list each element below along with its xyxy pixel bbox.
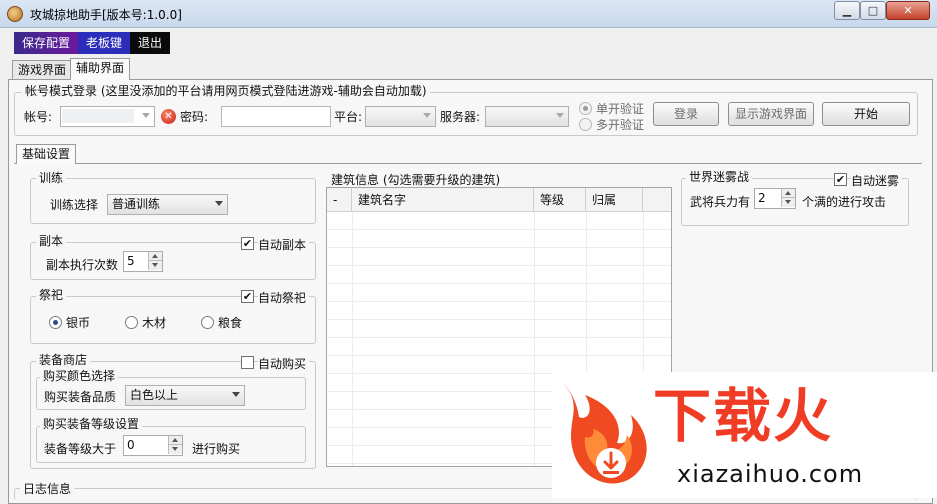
buildings-group-title: 建筑信息 (勾选需要升级的建筑) xyxy=(331,173,501,187)
spin-up-icon[interactable] xyxy=(781,189,795,198)
dungeon-count-value: 5 xyxy=(127,254,135,268)
buy-color-group-title: 购买颜色选择 xyxy=(40,369,119,383)
dungeon-group-title: 副本 xyxy=(36,234,67,248)
grid-col-line xyxy=(534,212,535,466)
app-logo-icon xyxy=(7,6,23,22)
login-group-title: 帐号模式登录 (这里没添加的平台请用网页模式登陆进游戏-辅助会自动加载) xyxy=(22,84,430,98)
sacrifice-silver-label: 银币 xyxy=(66,316,91,330)
fog-war-group-title: 世界迷雾战 xyxy=(686,170,753,184)
auto-fog-label: 自动迷雾 xyxy=(851,172,903,189)
platform-combo[interactable] xyxy=(365,106,436,127)
multi-verify-label: 多开验证 xyxy=(596,118,645,132)
dungeon-count-stepper[interactable]: 5 xyxy=(123,251,163,272)
column-name[interactable]: 建筑名字 xyxy=(352,188,534,212)
auto-buy-label: 自动购买 xyxy=(258,355,310,372)
quality-label: 购买装备品质 xyxy=(44,390,117,404)
level-label: 装备等级大于 xyxy=(44,442,117,456)
training-group-title: 训练 xyxy=(36,171,67,185)
tab-assist[interactable]: 辅助界面 xyxy=(70,58,131,80)
auto-buy-checkbox[interactable] xyxy=(241,356,254,369)
multi-verify-radio[interactable] xyxy=(579,118,592,131)
column-owner[interactable]: 归属 xyxy=(586,188,643,212)
minimize-button[interactable]: ▁ xyxy=(834,1,860,20)
sacrifice-grain-radio[interactable] xyxy=(201,316,214,329)
sacrifice-grain-label: 粮食 xyxy=(218,316,243,330)
spin-down-icon[interactable] xyxy=(168,445,182,454)
spin-up-icon[interactable] xyxy=(168,436,182,445)
subtab-divider xyxy=(14,163,922,164)
account-highlight xyxy=(62,109,134,123)
spin-down-icon[interactable] xyxy=(781,198,795,207)
tab-basic-settings[interactable]: 基础设置 xyxy=(16,144,77,164)
column-level[interactable]: 等级 xyxy=(534,188,586,212)
start-button[interactable]: 开始 xyxy=(822,102,910,126)
training-select-value: 普通训练 xyxy=(112,197,161,211)
buy-level-group-title: 购买装备等级设置 xyxy=(40,417,143,431)
watermark-logo-text: 下载火 xyxy=(653,382,834,450)
password-label: 密码: xyxy=(180,110,209,124)
server-combo[interactable] xyxy=(485,106,569,127)
close-button[interactable]: ✕ xyxy=(886,1,930,20)
chevron-down-icon xyxy=(556,113,564,118)
grid-col-line xyxy=(352,212,353,466)
server-label: 服务器: xyxy=(440,110,481,124)
dungeon-count-label: 副本执行次数 xyxy=(46,258,119,272)
error-icon: ✕ xyxy=(161,109,176,124)
level-stepper[interactable]: 0 xyxy=(123,435,183,456)
level-suffix-label: 进行购买 xyxy=(192,442,241,456)
single-verify-label: 单开验证 xyxy=(596,102,645,116)
single-verify-radio[interactable] xyxy=(579,102,592,115)
level-value: 0 xyxy=(127,438,135,452)
column-select[interactable]: - xyxy=(327,188,352,212)
toolbar: 保存配置 老板键 退出 xyxy=(14,32,171,54)
auto-sacrifice-label: 自动祭祀 xyxy=(258,289,310,306)
fog-suffix-label: 个满的进行攻击 xyxy=(802,195,887,209)
password-field[interactable] xyxy=(221,106,331,127)
sacrifice-wood-radio[interactable] xyxy=(125,316,138,329)
auto-dungeon-checkbox[interactable]: ✔ xyxy=(241,237,254,250)
maximize-button[interactable]: □ xyxy=(860,1,886,20)
training-select[interactable]: 普通训练 xyxy=(107,194,228,215)
sacrifice-group-title: 祭祀 xyxy=(36,288,67,302)
save-config-button[interactable]: 保存配置 xyxy=(14,32,79,54)
spin-up-icon[interactable] xyxy=(148,252,162,261)
window-title: 攻城掠地助手[版本号:1.0.0] xyxy=(30,8,182,22)
auto-dungeon-label: 自动副本 xyxy=(258,236,310,253)
spin-down-icon[interactable] xyxy=(148,261,162,270)
exit-button[interactable]: 退出 xyxy=(130,32,171,54)
chevron-down-icon xyxy=(142,113,150,118)
auto-sacrifice-checkbox[interactable]: ✔ xyxy=(241,290,254,303)
login-button[interactable]: 登录 xyxy=(653,102,719,126)
quality-select[interactable]: 白色以上 xyxy=(125,385,245,406)
auto-fog-checkbox[interactable]: ✔ xyxy=(834,173,847,186)
chevron-down-icon xyxy=(232,392,240,397)
log-group-title: 日志信息 xyxy=(20,482,75,496)
tab-game[interactable]: 游戏界面 xyxy=(12,60,73,80)
chevron-down-icon xyxy=(423,113,431,118)
sacrifice-silver-radio[interactable] xyxy=(49,316,62,329)
flame-logo-icon xyxy=(563,383,647,484)
account-label: 帐号: xyxy=(24,110,53,124)
fog-value: 2 xyxy=(758,191,766,205)
training-select-label: 训练选择 xyxy=(50,198,99,212)
equipment-shop-group-title: 装备商店 xyxy=(36,353,91,367)
fog-value-stepper[interactable]: 2 xyxy=(754,188,796,209)
show-game-button[interactable]: 显示游戏界面 xyxy=(728,102,814,126)
chevron-down-icon xyxy=(215,201,223,206)
fog-prefix-label: 武将兵力有 xyxy=(690,195,751,209)
watermark-url: xiazaihuo.com xyxy=(677,460,864,488)
quality-value: 白色以上 xyxy=(130,388,179,402)
platform-label: 平台: xyxy=(334,110,363,124)
boss-key-button[interactable]: 老板键 xyxy=(78,32,131,54)
buildings-table-header: - 建筑名字 等级 归属 xyxy=(327,188,671,212)
sacrifice-wood-label: 木材 xyxy=(142,316,167,330)
